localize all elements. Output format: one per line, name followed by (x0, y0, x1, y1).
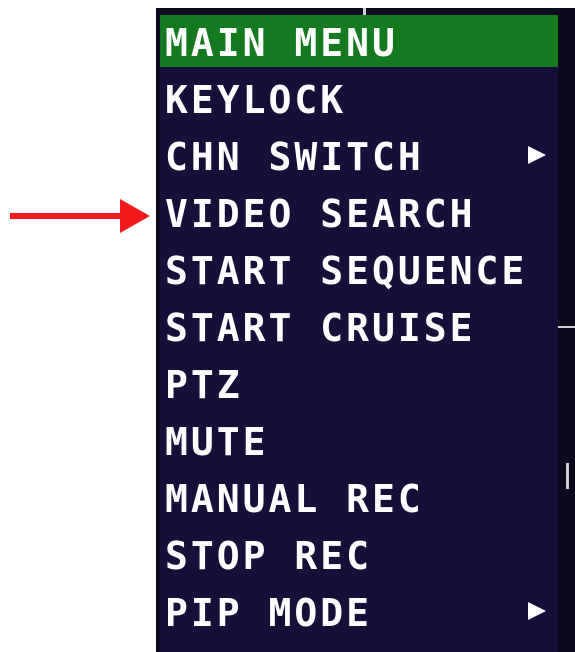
screen-tick-right-small (566, 463, 569, 489)
menu-item-label: VIDEO SEARCH (165, 192, 476, 236)
menu-item-label: KEYLOCK (165, 78, 347, 122)
menu-item-mute[interactable]: MUTE (160, 414, 558, 471)
menu-item-label: START CRUISE (165, 306, 476, 350)
menu-item-label: STOP REC (165, 534, 373, 578)
red-arrow-head (120, 199, 150, 233)
menu-item-start-cruise[interactable]: START CRUISE (160, 300, 558, 357)
menu-item-stop-rec[interactable]: STOP REC (160, 528, 558, 585)
dvr-screen-capture: MAIN MENU KEYLOCK CHN SWITCH VIDEO SEARC… (0, 0, 575, 652)
menu-item-manual-rec[interactable]: MANUAL REC (160, 471, 558, 528)
menu-item-keylock[interactable]: KEYLOCK (160, 72, 558, 129)
menu-item-start-sequence[interactable]: START SEQUENCE (160, 243, 558, 300)
red-arrow-shaft (10, 213, 124, 219)
menu-item-video-search[interactable]: VIDEO SEARCH (160, 186, 558, 243)
red-arrow-icon (10, 199, 150, 233)
menu-item-label: START SEQUENCE (165, 249, 528, 293)
menu-item-label: MUTE (165, 420, 269, 464)
menu-item-label: PIP MODE (165, 591, 373, 635)
menu-item-ptz[interactable]: PTZ (160, 357, 558, 414)
screen-tick-right (558, 326, 575, 328)
main-menu: MAIN MENU KEYLOCK CHN SWITCH VIDEO SEARC… (160, 15, 558, 652)
menu-item-pip-mode[interactable]: PIP MODE (160, 585, 558, 642)
menu-title: MAIN MENU (165, 21, 398, 65)
menu-item-label: MANUAL REC (165, 477, 424, 521)
menu-item-label: CHN SWITCH (165, 135, 424, 179)
triangle-right-icon (528, 602, 546, 620)
triangle-right-icon (528, 146, 546, 164)
menu-header: MAIN MENU (160, 15, 558, 67)
menu-item-label: PTZ (165, 363, 243, 407)
screen-tick-top (363, 8, 366, 15)
menu-item-chn-switch[interactable]: CHN SWITCH (160, 129, 558, 186)
